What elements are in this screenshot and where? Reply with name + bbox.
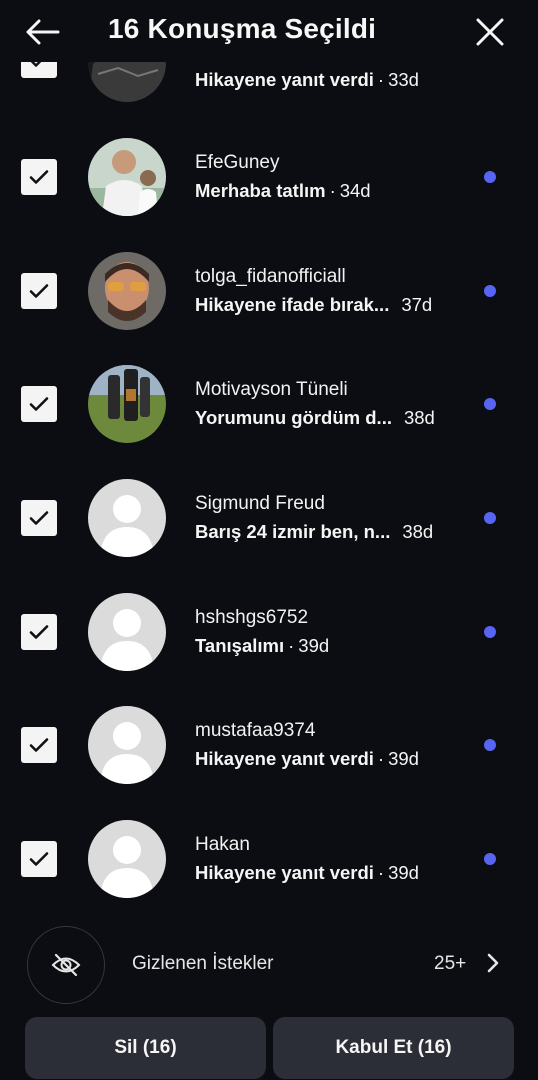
hidden-requests-count: 25+ xyxy=(434,953,467,974)
row-checkbox[interactable] xyxy=(21,386,57,422)
conversation-row[interactable]: hshshgs6752 Tanışalımı · 39d xyxy=(0,575,538,689)
conversation-row[interactable]: Sigmund Freud Barış 24 izmir ben, n... 3… xyxy=(0,461,538,575)
conversation-name: EfeGuney xyxy=(195,152,280,173)
check-icon xyxy=(29,284,49,298)
conversation-preview: Barış 24 izmir ben, n... 38d xyxy=(195,521,434,542)
conversation-row[interactable]: tolga_fidanofficiall Hikayene ifade bıra… xyxy=(0,234,538,348)
avatar xyxy=(88,365,166,443)
check-icon xyxy=(29,397,49,411)
eye-off-icon xyxy=(51,953,81,977)
back-button[interactable] xyxy=(20,12,64,52)
accept-button[interactable]: Kabul Et (16) xyxy=(273,1017,514,1079)
hidden-requests-label: Gizlenen İstekler xyxy=(132,953,274,974)
conversation-preview: Yorumunu gördüm d... 38d xyxy=(195,407,435,428)
conversation-name: Hakan xyxy=(195,834,250,855)
default-avatar-icon xyxy=(88,820,166,898)
check-icon xyxy=(29,852,49,866)
row-checkbox[interactable] xyxy=(21,841,57,877)
conversation-row[interactable]: Motivayson Tüneli Yorumunu gördüm d... 3… xyxy=(0,347,538,461)
row-checkbox[interactable] xyxy=(21,614,57,650)
delete-button[interactable]: Sil (16) xyxy=(25,1017,266,1079)
page-title: 16 Konuşma Seçildi xyxy=(108,13,377,44)
unread-dot xyxy=(484,626,496,638)
close-button[interactable] xyxy=(468,10,512,54)
avatar xyxy=(88,138,166,216)
conversation-name: Motivayson Tüneli xyxy=(195,379,348,400)
conversation-row[interactable]: EfeGuney Merhaba tatlım · 34d xyxy=(0,120,538,234)
conversation-name: Sigmund Freud xyxy=(195,493,325,514)
default-avatar-icon xyxy=(88,706,166,784)
hidden-requests-icon-wrap xyxy=(27,926,105,1004)
conversation-preview: Tanışalımı · 39d xyxy=(195,635,330,656)
default-avatar-icon xyxy=(88,479,166,557)
close-icon xyxy=(476,18,504,46)
conversation-preview: Hikayene yanıt verdi · 39d xyxy=(195,862,419,883)
conversation-preview: Hikayene yanıt verdi · 39d xyxy=(195,748,419,769)
conversation-row[interactable]: mustafaa9374 Hikayene yanıt verdi · 39d xyxy=(0,688,538,802)
conversation-preview: Merhaba tatlım · 34d xyxy=(195,180,371,201)
row-checkbox[interactable] xyxy=(21,500,57,536)
avatar xyxy=(88,252,166,330)
row-checkbox[interactable] xyxy=(21,727,57,763)
row-checkbox[interactable] xyxy=(21,159,57,195)
unread-dot xyxy=(484,512,496,524)
conversation-preview: Hikayene yanıt verdi · 33d xyxy=(195,69,419,90)
unread-dot xyxy=(484,853,496,865)
check-icon xyxy=(29,511,49,525)
unread-dot xyxy=(484,285,496,297)
check-icon xyxy=(29,170,49,184)
conversation-name: tolga_fidanofficiall xyxy=(195,266,346,287)
top-bar: 16 Konuşma Seçildi xyxy=(0,0,538,62)
conversation-list: Hikayene yanıt verdi · 33d EfeGuney Merhab… xyxy=(0,0,538,920)
check-icon xyxy=(29,738,49,752)
row-checkbox[interactable] xyxy=(21,273,57,309)
conversation-preview: Hikayene ifade bırak... 37d xyxy=(195,294,433,315)
arrow-left-icon xyxy=(26,19,60,45)
conversation-row[interactable]: Hakan Hikayene yanıt verdi · 39d xyxy=(0,802,538,916)
unread-dot xyxy=(484,739,496,751)
action-bar: Sil (16) Kabul Et (16) xyxy=(0,1012,538,1080)
hidden-requests-row[interactable]: Gizlenen İstekler 25+ xyxy=(0,926,538,1006)
check-icon xyxy=(29,625,49,639)
unread-dot xyxy=(484,171,496,183)
default-avatar-icon xyxy=(88,593,166,671)
conversation-name: hshshgs6752 xyxy=(195,607,309,628)
chevron-right-icon xyxy=(486,952,500,979)
unread-dot xyxy=(484,398,496,410)
conversation-name: mustafaa9374 xyxy=(195,720,316,741)
